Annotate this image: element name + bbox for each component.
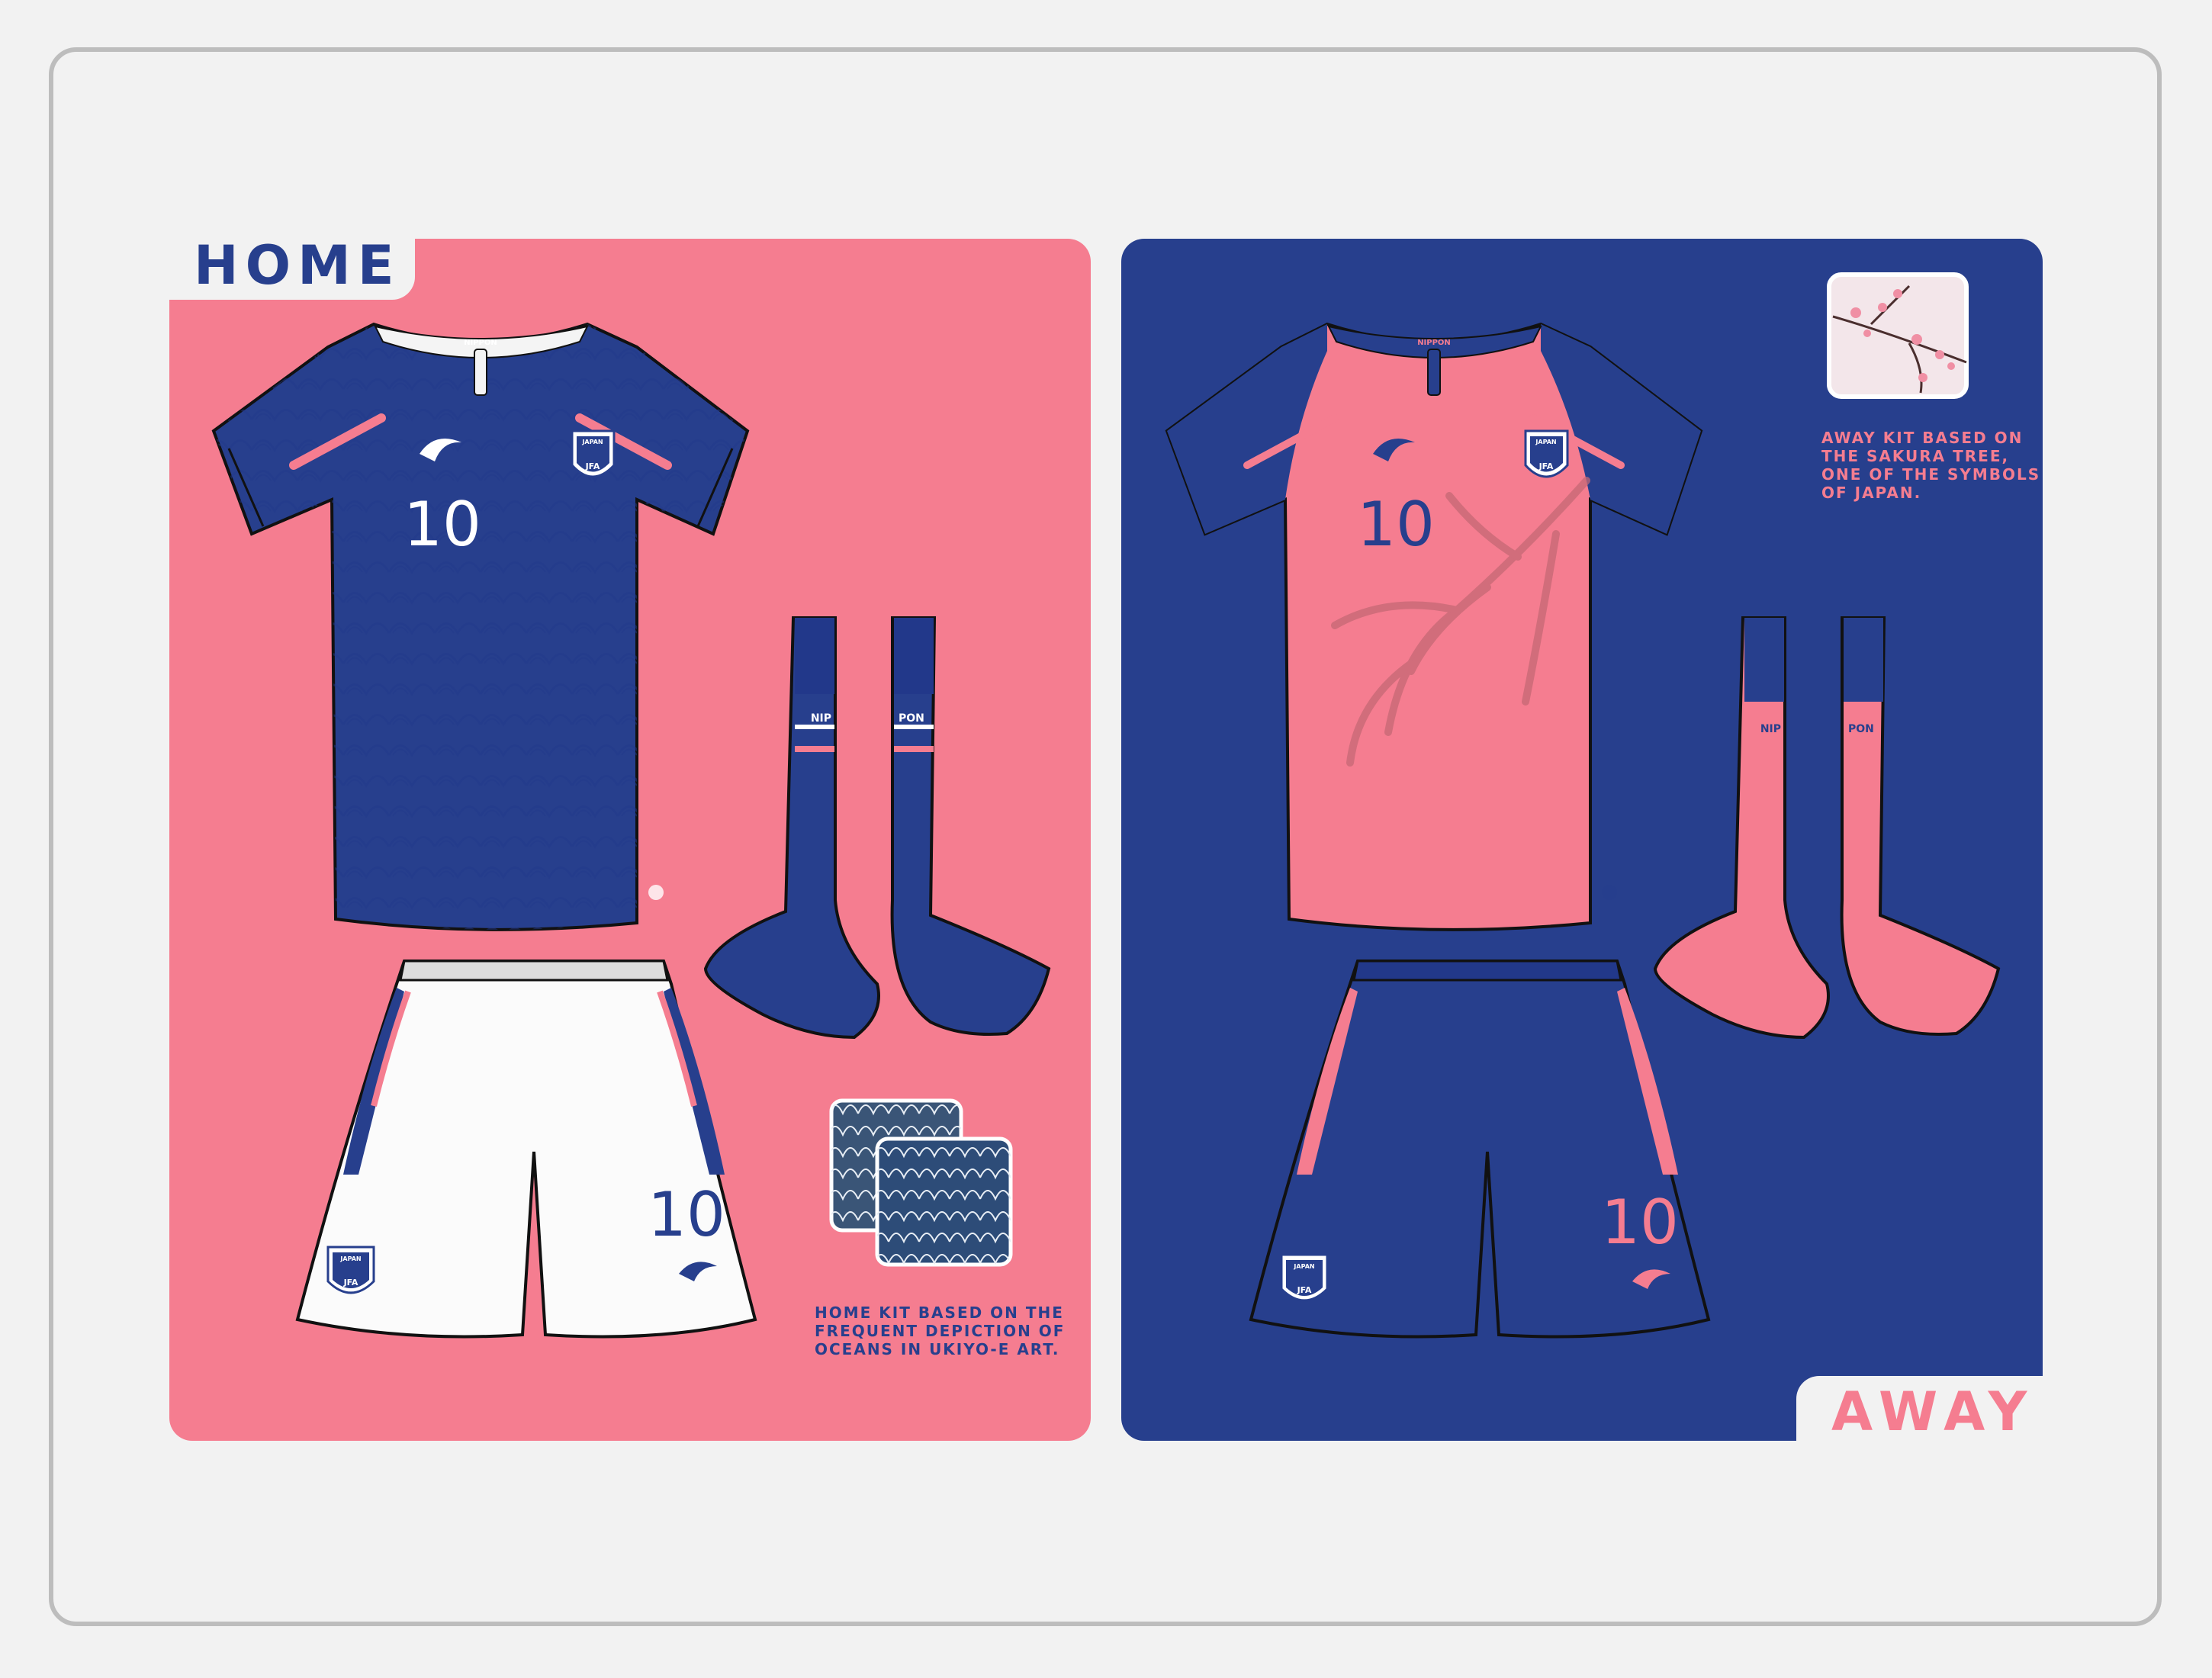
home-tab: HOME — [169, 239, 415, 300]
jfa-crest-icon: JAPAN JFA — [1280, 1253, 1329, 1302]
jfa-crest-icon: JAPAN JFA — [571, 429, 616, 478]
svg-text:JAPAN: JAPAN — [339, 1255, 361, 1262]
home-shirt: NIPPON JAPAN JFA 10 — [211, 322, 750, 931]
jfa-crest-icon: JAPAN JFA — [326, 1246, 375, 1294]
away-tab-label: AWAY — [1831, 1381, 2036, 1443]
away-shorts: JAPAN JFA 10 — [1249, 960, 1711, 1339]
home-sock-text-right: PON — [899, 712, 924, 725]
sakura-branch-photo-icon — [1827, 272, 1969, 399]
svg-text:JFA: JFA — [1297, 1285, 1312, 1295]
home-tab-label: HOME — [194, 234, 401, 297]
away-sock-text-right: PON — [1848, 723, 1874, 735]
svg-text:JFA: JFA — [343, 1278, 358, 1287]
home-sock-text-left: NIP — [811, 712, 831, 725]
svg-text:JAPAN: JAPAN — [1535, 439, 1556, 445]
away-shorts-number: 10 — [1601, 1187, 1679, 1258]
away-sock-text-left: NIP — [1760, 723, 1781, 735]
home-collar-text: NIPPON — [464, 339, 497, 347]
home-shirt-number: 10 — [403, 489, 481, 560]
away-collar-text: NIPPON — [1417, 339, 1451, 347]
away-shirt-number: 10 — [1357, 489, 1435, 560]
svg-text:JAPAN: JAPAN — [581, 439, 603, 445]
svg-text:JFA: JFA — [1538, 461, 1554, 471]
wave-pattern-swatch-icon — [829, 1098, 1013, 1267]
svg-text:JFA: JFA — [585, 461, 600, 471]
home-caption: HOME KIT BASED ON THE FREQUENT DEPICTION… — [815, 1304, 1066, 1358]
away-shirt: NIPPON JAPAN JFA 10 — [1165, 322, 1703, 931]
svg-text:JAPAN: JAPAN — [1293, 1263, 1314, 1270]
jfa-crest-icon: JAPAN JFA — [1524, 429, 1569, 478]
away-caption: AWAY KIT BASED ON THE SAKURA TREE, ONE O… — [1821, 429, 2041, 502]
home-shorts-number: 10 — [648, 1179, 725, 1250]
away-tab: AWAY — [1796, 1376, 2043, 1441]
home-shorts: JAPAN JFA 10 — [295, 960, 757, 1339]
